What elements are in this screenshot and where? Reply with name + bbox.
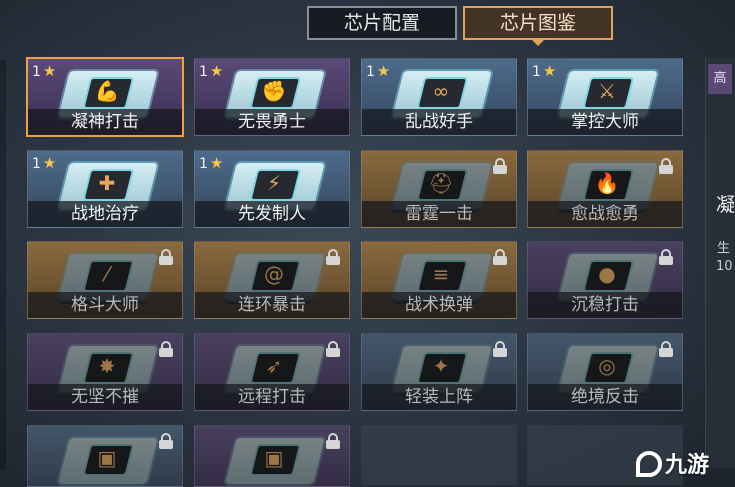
claw-icon: ⚔ [598, 79, 616, 103]
chip-icon: ▣ [97, 446, 117, 470]
chip-card[interactable]: ⁄ 格斗大师 [27, 241, 183, 319]
flexed-arm-icon: 💪 [94, 79, 120, 103]
chip-card[interactable]: 🔥 愈战愈勇 [527, 150, 683, 228]
chip-name: 战术换弹 [362, 292, 516, 318]
chip-name: 雷霆一击 [362, 201, 516, 227]
star-icon: ★ [376, 62, 391, 80]
chip-card[interactable]: ◎ 绝境反击 [527, 333, 683, 411]
lock-icon [659, 341, 673, 357]
empty-slot [361, 425, 517, 485]
chip-name: 远程打击 [195, 384, 349, 410]
chip-name: 沉稳打击 [528, 292, 682, 318]
slash-icon: ⁄ [105, 262, 109, 286]
chip-card[interactable]: ⚔ 1 ★ 掌控大师 [527, 58, 683, 136]
chip-name: 连环暴击 [195, 292, 349, 318]
chip-level-number: 1 [532, 64, 541, 80]
chip-level: 1 ★ [199, 62, 223, 80]
grenade-icon: ● [598, 262, 616, 286]
chip-name: 无畏勇士 [195, 109, 349, 135]
chip-level: 1 ★ [32, 62, 56, 80]
chip-level-number: 1 [32, 156, 41, 172]
star-icon: ★ [42, 154, 57, 172]
lightning-icon: ⚡ [266, 171, 282, 195]
chip-name: 掌控大师 [528, 109, 682, 135]
lock-icon [326, 433, 340, 449]
chip-card[interactable]: ✚ 1 ★ 战地治疗 [27, 150, 183, 228]
lock-icon [159, 433, 173, 449]
chip-level: 1 ★ [32, 154, 56, 172]
chip-name: 无坚不摧 [28, 384, 182, 410]
chip-name: 绝境反击 [528, 384, 682, 410]
chip-level-number: 1 [366, 64, 375, 80]
chip-name: 战地治疗 [28, 201, 182, 227]
star-icon: ★ [42, 62, 57, 80]
star-icon: ★ [542, 62, 557, 80]
chip-level-number: 1 [199, 156, 208, 172]
chip-card[interactable]: ● 沉稳打击 [527, 241, 683, 319]
watermark-logo: 九游 [636, 447, 709, 479]
loop-icon: ∞ [432, 79, 450, 103]
chip-card[interactable]: @ 连环暴击 [194, 241, 350, 319]
chip-name: 轻装上阵 [362, 384, 516, 410]
chip-grid: 💪 1 ★ 凝神打击 ✊ 1 ★ 无畏勇士 ∞ 1 ★ 乱战好手 ⚔ 1 ★ 掌控大师 ✚ 1 ★ 战地治疗 ⚡ 1 ★ 先发… [0, 0, 735, 487]
chip-card[interactable]: ∞ 1 ★ 乱战好手 [361, 58, 517, 136]
chip-name: 乱战好手 [362, 109, 516, 135]
lock-icon [493, 158, 507, 174]
lock-icon [326, 341, 340, 357]
chip-card[interactable]: ⛑ 雷霆一击 [361, 150, 517, 228]
chip-level: 1 ★ [532, 62, 556, 80]
star-icon: ★ [209, 154, 224, 172]
fist-icon: ✊ [261, 79, 287, 103]
star-icon: ★ [209, 62, 224, 80]
medkit-icon: ✚ [98, 171, 116, 195]
chip-name: 愈战愈勇 [528, 201, 682, 227]
chip-icon: ▣ [264, 446, 284, 470]
chip-card[interactable]: 💪 1 ★ 凝神打击 [26, 57, 184, 137]
detail-stat-label: 生 [717, 241, 731, 256]
rarity-tag: 高 [708, 64, 732, 94]
runner-icon: ✦ [432, 354, 450, 378]
magazine-icon: ≡ [432, 262, 450, 286]
watermark-text: 九游 [665, 453, 710, 478]
nine-game-logo-icon [636, 451, 662, 477]
detail-title: 凝 [716, 194, 735, 216]
chip-card[interactable]: ✦ 轻装上阵 [361, 333, 517, 411]
chip-level-number: 1 [32, 64, 41, 80]
chip-name: 先发制人 [195, 201, 349, 227]
helmet-icon: ⛑ [428, 171, 454, 195]
chip-card[interactable]: ≡ 战术换弹 [361, 241, 517, 319]
chip-card[interactable]: ✸ 无坚不摧 [27, 333, 183, 411]
chip-name: 格斗大师 [28, 292, 182, 318]
bird-icon: ➶ [265, 354, 283, 378]
chip-level-number: 1 [199, 64, 208, 80]
chip-level: 1 ★ [366, 62, 390, 80]
chip-card[interactable]: ▣ [194, 425, 350, 487]
lock-icon [659, 158, 673, 174]
lock-icon [159, 249, 173, 265]
chip-name: 凝神打击 [28, 109, 182, 135]
spiral-icon: @ [264, 262, 284, 286]
lock-icon [493, 249, 507, 265]
chip-card[interactable]: ➶ 远程打击 [194, 333, 350, 411]
chip-card[interactable]: ✊ 1 ★ 无畏勇士 [194, 58, 350, 136]
explosion-icon: ✸ [98, 354, 116, 378]
detail-stat-value: 10 [716, 259, 733, 274]
flame-icon: 🔥 [594, 171, 620, 195]
lock-icon [659, 249, 673, 265]
lock-icon [159, 341, 173, 357]
chip-card[interactable]: ⚡ 1 ★ 先发制人 [194, 150, 350, 228]
chip-level: 1 ★ [199, 154, 223, 172]
chip-card[interactable]: ▣ [27, 425, 183, 487]
target-icon: ◎ [598, 354, 616, 378]
lock-icon [326, 249, 340, 265]
lock-icon [493, 341, 507, 357]
